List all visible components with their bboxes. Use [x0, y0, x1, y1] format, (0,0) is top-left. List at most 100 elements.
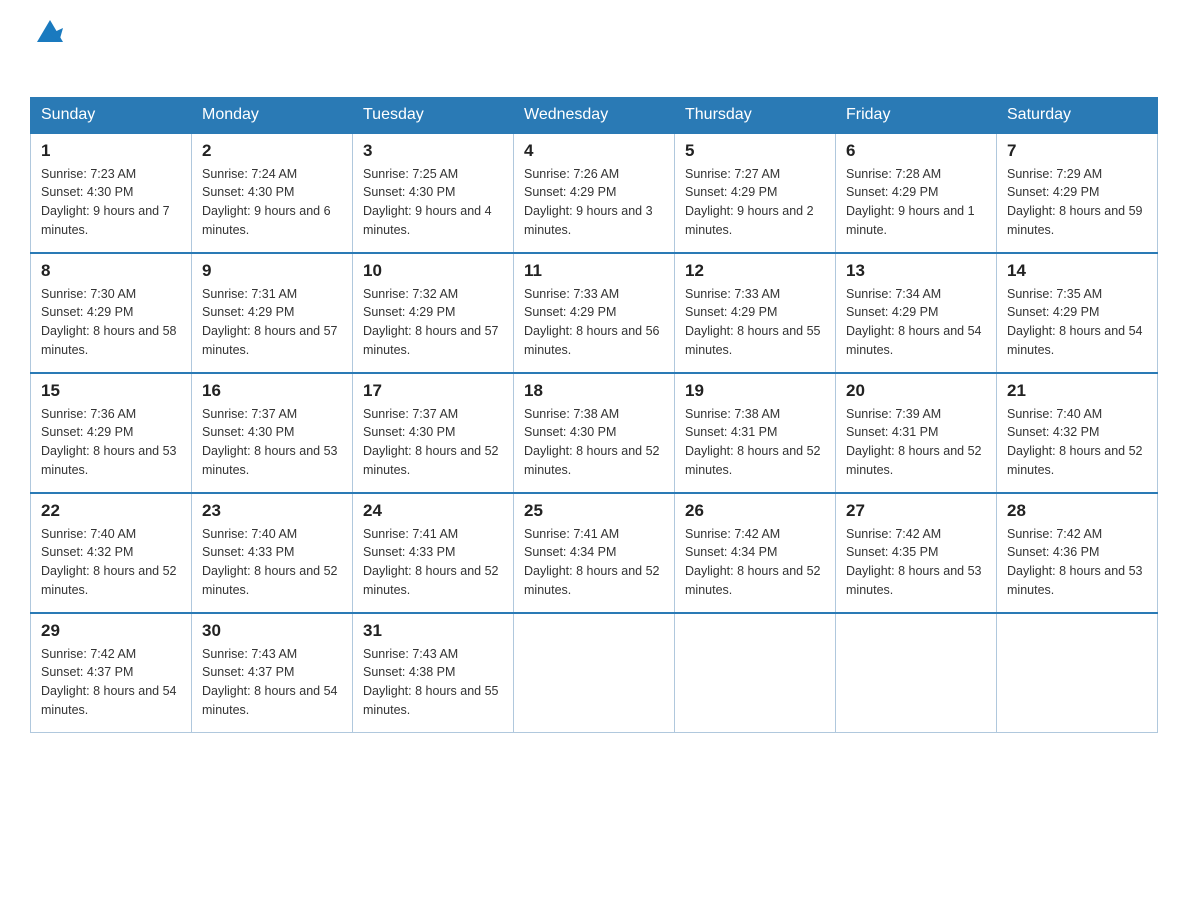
calendar-cell: 10 Sunrise: 7:32 AM Sunset: 4:29 PM Dayl…: [353, 253, 514, 373]
day-info: Sunrise: 7:42 AM Sunset: 4:36 PM Dayligh…: [1007, 525, 1147, 600]
day-info: Sunrise: 7:40 AM Sunset: 4:32 PM Dayligh…: [1007, 405, 1147, 480]
day-number: 15: [41, 381, 181, 401]
day-info: Sunrise: 7:43 AM Sunset: 4:38 PM Dayligh…: [363, 645, 503, 720]
calendar-cell: 25 Sunrise: 7:41 AM Sunset: 4:34 PM Dayl…: [514, 493, 675, 613]
header-thursday: Thursday: [675, 97, 836, 133]
calendar-cell: 7 Sunrise: 7:29 AM Sunset: 4:29 PM Dayli…: [997, 133, 1158, 253]
calendar-cell: 11 Sunrise: 7:33 AM Sunset: 4:29 PM Dayl…: [514, 253, 675, 373]
day-number: 26: [685, 501, 825, 521]
day-number: 20: [846, 381, 986, 401]
header-tuesday: Tuesday: [353, 97, 514, 133]
header-sunday: Sunday: [31, 97, 192, 133]
day-number: 6: [846, 141, 986, 161]
calendar-cell: 29 Sunrise: 7:42 AM Sunset: 4:37 PM Dayl…: [31, 613, 192, 733]
day-info: Sunrise: 7:37 AM Sunset: 4:30 PM Dayligh…: [363, 405, 503, 480]
day-info: Sunrise: 7:36 AM Sunset: 4:29 PM Dayligh…: [41, 405, 181, 480]
day-number: 24: [363, 501, 503, 521]
day-number: 2: [202, 141, 342, 161]
day-number: 28: [1007, 501, 1147, 521]
logo: [30, 20, 67, 77]
calendar-cell: 14 Sunrise: 7:35 AM Sunset: 4:29 PM Dayl…: [997, 253, 1158, 373]
calendar-cell: 12 Sunrise: 7:33 AM Sunset: 4:29 PM Dayl…: [675, 253, 836, 373]
calendar-cell: 15 Sunrise: 7:36 AM Sunset: 4:29 PM Dayl…: [31, 373, 192, 493]
day-info: Sunrise: 7:41 AM Sunset: 4:33 PM Dayligh…: [363, 525, 503, 600]
calendar-cell: 28 Sunrise: 7:42 AM Sunset: 4:36 PM Dayl…: [997, 493, 1158, 613]
day-info: Sunrise: 7:42 AM Sunset: 4:37 PM Dayligh…: [41, 645, 181, 720]
day-number: 14: [1007, 261, 1147, 281]
calendar-cell: [836, 613, 997, 733]
header-wednesday: Wednesday: [514, 97, 675, 133]
calendar-header-row: SundayMondayTuesdayWednesdayThursdayFrid…: [31, 97, 1158, 133]
day-number: 30: [202, 621, 342, 641]
day-info: Sunrise: 7:27 AM Sunset: 4:29 PM Dayligh…: [685, 165, 825, 240]
week-row-5: 29 Sunrise: 7:42 AM Sunset: 4:37 PM Dayl…: [31, 613, 1158, 733]
day-number: 18: [524, 381, 664, 401]
calendar-cell: 22 Sunrise: 7:40 AM Sunset: 4:32 PM Dayl…: [31, 493, 192, 613]
calendar-cell: 13 Sunrise: 7:34 AM Sunset: 4:29 PM Dayl…: [836, 253, 997, 373]
day-number: 1: [41, 141, 181, 161]
header-monday: Monday: [192, 97, 353, 133]
calendar-cell: 1 Sunrise: 7:23 AM Sunset: 4:30 PM Dayli…: [31, 133, 192, 253]
calendar-cell: 31 Sunrise: 7:43 AM Sunset: 4:38 PM Dayl…: [353, 613, 514, 733]
day-info: Sunrise: 7:29 AM Sunset: 4:29 PM Dayligh…: [1007, 165, 1147, 240]
day-number: 31: [363, 621, 503, 641]
day-info: Sunrise: 7:31 AM Sunset: 4:29 PM Dayligh…: [202, 285, 342, 360]
day-number: 10: [363, 261, 503, 281]
day-number: 22: [41, 501, 181, 521]
calendar-cell: 3 Sunrise: 7:25 AM Sunset: 4:30 PM Dayli…: [353, 133, 514, 253]
day-info: Sunrise: 7:24 AM Sunset: 4:30 PM Dayligh…: [202, 165, 342, 240]
day-info: Sunrise: 7:41 AM Sunset: 4:34 PM Dayligh…: [524, 525, 664, 600]
day-info: Sunrise: 7:43 AM Sunset: 4:37 PM Dayligh…: [202, 645, 342, 720]
calendar-table: SundayMondayTuesdayWednesdayThursdayFrid…: [30, 97, 1158, 734]
calendar-cell: 9 Sunrise: 7:31 AM Sunset: 4:29 PM Dayli…: [192, 253, 353, 373]
day-number: 8: [41, 261, 181, 281]
day-info: Sunrise: 7:37 AM Sunset: 4:30 PM Dayligh…: [202, 405, 342, 480]
day-number: 17: [363, 381, 503, 401]
calendar-cell: 26 Sunrise: 7:42 AM Sunset: 4:34 PM Dayl…: [675, 493, 836, 613]
week-row-2: 8 Sunrise: 7:30 AM Sunset: 4:29 PM Dayli…: [31, 253, 1158, 373]
page-header: [30, 20, 1158, 77]
day-info: Sunrise: 7:25 AM Sunset: 4:30 PM Dayligh…: [363, 165, 503, 240]
day-info: Sunrise: 7:23 AM Sunset: 4:30 PM Dayligh…: [41, 165, 181, 240]
day-number: 13: [846, 261, 986, 281]
calendar-cell: 5 Sunrise: 7:27 AM Sunset: 4:29 PM Dayli…: [675, 133, 836, 253]
calendar-cell: 24 Sunrise: 7:41 AM Sunset: 4:33 PM Dayl…: [353, 493, 514, 613]
day-info: Sunrise: 7:38 AM Sunset: 4:31 PM Dayligh…: [685, 405, 825, 480]
calendar-cell: [675, 613, 836, 733]
day-number: 4: [524, 141, 664, 161]
calendar-cell: 20 Sunrise: 7:39 AM Sunset: 4:31 PM Dayl…: [836, 373, 997, 493]
day-info: Sunrise: 7:28 AM Sunset: 4:29 PM Dayligh…: [846, 165, 986, 240]
day-number: 16: [202, 381, 342, 401]
day-info: Sunrise: 7:33 AM Sunset: 4:29 PM Dayligh…: [685, 285, 825, 360]
day-info: Sunrise: 7:33 AM Sunset: 4:29 PM Dayligh…: [524, 285, 664, 360]
calendar-cell: 23 Sunrise: 7:40 AM Sunset: 4:33 PM Dayl…: [192, 493, 353, 613]
day-number: 27: [846, 501, 986, 521]
day-number: 5: [685, 141, 825, 161]
calendar-cell: 27 Sunrise: 7:42 AM Sunset: 4:35 PM Dayl…: [836, 493, 997, 613]
week-row-3: 15 Sunrise: 7:36 AM Sunset: 4:29 PM Dayl…: [31, 373, 1158, 493]
day-number: 9: [202, 261, 342, 281]
calendar-cell: 4 Sunrise: 7:26 AM Sunset: 4:29 PM Dayli…: [514, 133, 675, 253]
day-info: Sunrise: 7:32 AM Sunset: 4:29 PM Dayligh…: [363, 285, 503, 360]
calendar-cell: 2 Sunrise: 7:24 AM Sunset: 4:30 PM Dayli…: [192, 133, 353, 253]
logo-icon: [33, 14, 67, 48]
calendar-cell: 19 Sunrise: 7:38 AM Sunset: 4:31 PM Dayl…: [675, 373, 836, 493]
day-info: Sunrise: 7:30 AM Sunset: 4:29 PM Dayligh…: [41, 285, 181, 360]
day-info: Sunrise: 7:39 AM Sunset: 4:31 PM Dayligh…: [846, 405, 986, 480]
calendar-cell: 30 Sunrise: 7:43 AM Sunset: 4:37 PM Dayl…: [192, 613, 353, 733]
day-number: 25: [524, 501, 664, 521]
day-info: Sunrise: 7:40 AM Sunset: 4:33 PM Dayligh…: [202, 525, 342, 600]
day-info: Sunrise: 7:34 AM Sunset: 4:29 PM Dayligh…: [846, 285, 986, 360]
day-info: Sunrise: 7:40 AM Sunset: 4:32 PM Dayligh…: [41, 525, 181, 600]
header-saturday: Saturday: [997, 97, 1158, 133]
header-friday: Friday: [836, 97, 997, 133]
day-number: 23: [202, 501, 342, 521]
calendar-cell: 18 Sunrise: 7:38 AM Sunset: 4:30 PM Dayl…: [514, 373, 675, 493]
calendar-cell: 6 Sunrise: 7:28 AM Sunset: 4:29 PM Dayli…: [836, 133, 997, 253]
day-info: Sunrise: 7:35 AM Sunset: 4:29 PM Dayligh…: [1007, 285, 1147, 360]
week-row-4: 22 Sunrise: 7:40 AM Sunset: 4:32 PM Dayl…: [31, 493, 1158, 613]
calendar-cell: [514, 613, 675, 733]
day-number: 7: [1007, 141, 1147, 161]
day-number: 12: [685, 261, 825, 281]
day-number: 29: [41, 621, 181, 641]
